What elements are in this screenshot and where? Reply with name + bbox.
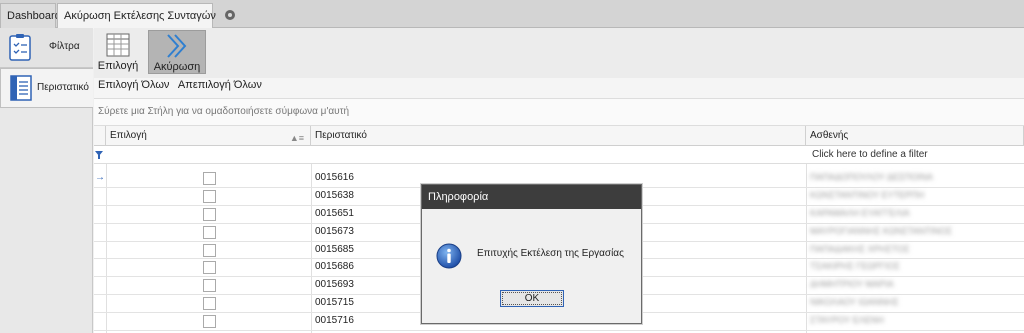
- row-select-checkbox[interactable]: [203, 297, 216, 311]
- sidebar-item-case-label: Περιστατικό: [37, 82, 89, 93]
- patient-name: ΠΑΠΑΔΟΠΟΥΛΟΥ ΔΕΣΠΟΙΝΑ: [810, 172, 933, 182]
- row-select-checkbox[interactable]: [203, 189, 216, 203]
- row-select-checkbox[interactable]: [203, 207, 216, 221]
- patient-name: ΜΑΥΡΟΓΙΑΝΝΗΣ ΚΩΝΣΤΑΝΤΙΝΟΣ: [810, 225, 953, 236]
- dialog-title: Πληροφορία: [422, 185, 641, 209]
- select-all-link[interactable]: Επιλογή Όλων: [98, 79, 169, 91]
- sidebar: Φίλτρα Περιστατικό: [0, 28, 93, 333]
- row-select-checkbox[interactable]: [203, 243, 216, 257]
- close-tab-icon[interactable]: [224, 10, 235, 20]
- deselect-all-link[interactable]: Απεπιλογή Όλων: [178, 79, 262, 91]
- document-tab-bar: Dashboard Ακύρωση Εκτέλεσης Συνταγών: [0, 0, 1024, 29]
- column-header-select[interactable]: Επιλογή ▲≡: [106, 126, 311, 146]
- grid-table-icon: [106, 33, 130, 57]
- sidebar-item-filters-label: Φίλτρα: [49, 41, 80, 52]
- ribbon-toolbar: Επιλογή Ακύρωση: [94, 28, 1024, 78]
- row-select-checkbox[interactable]: [203, 172, 216, 185]
- column-header-select-label: Επιλογή: [110, 130, 147, 141]
- case-code: 0015693: [315, 279, 354, 291]
- clipboard-icon: [9, 34, 31, 61]
- row-select-checkbox[interactable]: [203, 225, 216, 239]
- row-select-checkbox[interactable]: [203, 315, 216, 329]
- patient-name: ΚΩΝΣΤΑΝΤΙΝΟΥ ΕΥΤΕΡΠΗ: [810, 189, 925, 200]
- info-icon: [436, 243, 462, 269]
- row-select-checkbox[interactable]: [203, 279, 216, 293]
- tab-dashboard-label: Dashboard: [7, 10, 61, 22]
- column-header-patient[interactable]: Ασθενής: [806, 126, 1024, 146]
- cancel-button-label: Ακύρωση: [153, 61, 201, 73]
- select-button[interactable]: Επιλογή: [96, 30, 140, 74]
- case-code: 0015716: [315, 315, 354, 327]
- patient-name: ΝΙΚΟΛΑΟΥ ΙΩΑΝΝΗΣ: [810, 297, 899, 308]
- patient-name: ΠΑΠΑΔΑΚΗΣ ΧΡΗΣΤΟΣ: [810, 243, 910, 254]
- ok-button[interactable]: OK: [500, 290, 564, 307]
- filter-icon[interactable]: [95, 151, 103, 159]
- cancel-button[interactable]: Ακύρωση: [148, 30, 206, 74]
- double-chevron-right-icon: [167, 34, 187, 58]
- patient-name: ΤΣΑΚΙΡΗΣ ΓΕΩΡΓΙΟΣ: [810, 261, 900, 272]
- tab-dashboard[interactable]: Dashboard: [0, 3, 61, 28]
- tab-cancel-prescriptions-label: Ακύρωση Εκτέλεσης Συνταγών: [64, 10, 216, 22]
- column-header-case-label: Περιστατικό: [315, 130, 367, 141]
- patient-name: ΚΑΡΑΜΑΛΗ ΕΥΑΓΓΕΛΙΑ: [810, 207, 910, 218]
- info-dialog: Πληροφορία Επιτυχής Εκτέλεση της Εργασία…: [421, 184, 642, 324]
- dialog-message: Επιτυχής Εκτέλεση της Εργασίας: [477, 248, 624, 259]
- group-by-panel[interactable]: Σύρετε μια Στήλη για να ομαδοποιήσετε σύ…: [94, 98, 1024, 126]
- case-code: 0015686: [315, 261, 354, 273]
- patient-name: ΣΤΑΥΡΟΥ ΕΛΕΝΗ: [810, 315, 884, 326]
- document-list-icon: [10, 75, 32, 101]
- selection-links: Επιλογή Όλων Απεπιλογή Όλων: [98, 79, 268, 91]
- column-header-patient-label: Ασθενής: [810, 130, 849, 141]
- row-select-checkbox[interactable]: [203, 261, 216, 275]
- patient-name: ΔΗΜΗΤΡΙΟΥ ΜΑΡΙΑ: [810, 279, 894, 290]
- sidebar-item-filters[interactable]: Φίλτρα: [0, 28, 93, 68]
- case-code: 0015685: [315, 243, 354, 255]
- case-code: 0015616: [315, 172, 354, 183]
- tab-cancel-prescriptions[interactable]: Ακύρωση Εκτέλεσης Συνταγών: [57, 3, 235, 29]
- case-code: 0015715: [315, 297, 354, 309]
- select-button-label: Επιλογή: [97, 60, 139, 72]
- case-code: 0015651: [315, 207, 354, 219]
- sidebar-item-case[interactable]: Περιστατικό: [0, 68, 93, 108]
- case-code: 0015673: [315, 225, 354, 237]
- auto-filter-row[interactable]: Click here to define a filter: [94, 146, 1024, 164]
- case-code: 0015638: [315, 189, 354, 201]
- filter-hint[interactable]: Click here to define a filter: [812, 146, 928, 163]
- column-header-case[interactable]: Περιστατικό: [311, 126, 806, 146]
- current-row-arrow-icon: →: [95, 172, 105, 183]
- row-indicator-header: [94, 126, 106, 146]
- grid-header: Επιλογή ▲≡ Περιστατικό Ασθενής: [94, 126, 1024, 146]
